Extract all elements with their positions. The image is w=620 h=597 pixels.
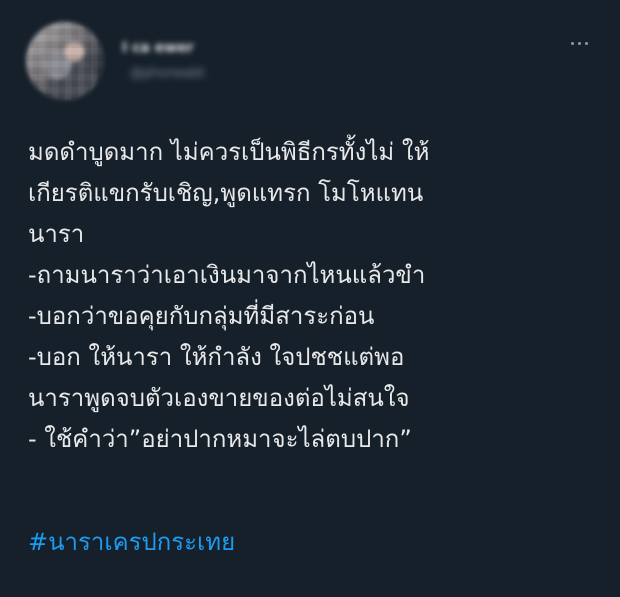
tweet-line: -บอกว่าขอคุยกับกลุ่มที่มีสาระก่อน — [28, 302, 375, 330]
author-name[interactable]: I ca ewer — [122, 40, 272, 56]
tweet-text: มดดำบูดมาก ไม่ควรเป็นพิธีกรทั้งไม่ ให้ เ… — [28, 132, 608, 460]
tweet-line: นาราพูดจบตัวเองขายของต่อไม่สนใจ — [28, 384, 410, 412]
tweet-line: นารา — [28, 220, 85, 248]
more-options-button[interactable] — [562, 34, 596, 52]
tweet-line: เกียรติแขกรับเชิญ,พูดแทรก โมโหแทน — [28, 179, 424, 207]
tweet-line: -บอก ให้นารา ให้กำลัง ใจปชชแต่พอ — [28, 343, 405, 371]
author-handle[interactable]: @phoneabt — [130, 66, 270, 80]
tweet-line: - ใช้คำว่า”อย่าปากหมาจะไล่ตบปาก” — [28, 425, 412, 453]
tweet-line: มดดำบูดมาก ไม่ควรเป็นพิธีกรทั้งไม่ ให้ — [28, 138, 430, 166]
ellipsis-icon-dot — [577, 41, 581, 45]
tweet-line: -ถามนาราว่าเอาเงินมาจากไหนแล้วขำ — [28, 261, 426, 289]
hashtag-link[interactable]: #นาราเครปกระเทย — [28, 522, 235, 563]
tweet-card: I ca ewer @phoneabt มดดำบูดมาก ไม่ควรเป็… — [0, 0, 620, 597]
ellipsis-icon — [570, 41, 574, 45]
ellipsis-icon-dot — [584, 41, 588, 45]
avatar-pixelation — [26, 22, 104, 100]
